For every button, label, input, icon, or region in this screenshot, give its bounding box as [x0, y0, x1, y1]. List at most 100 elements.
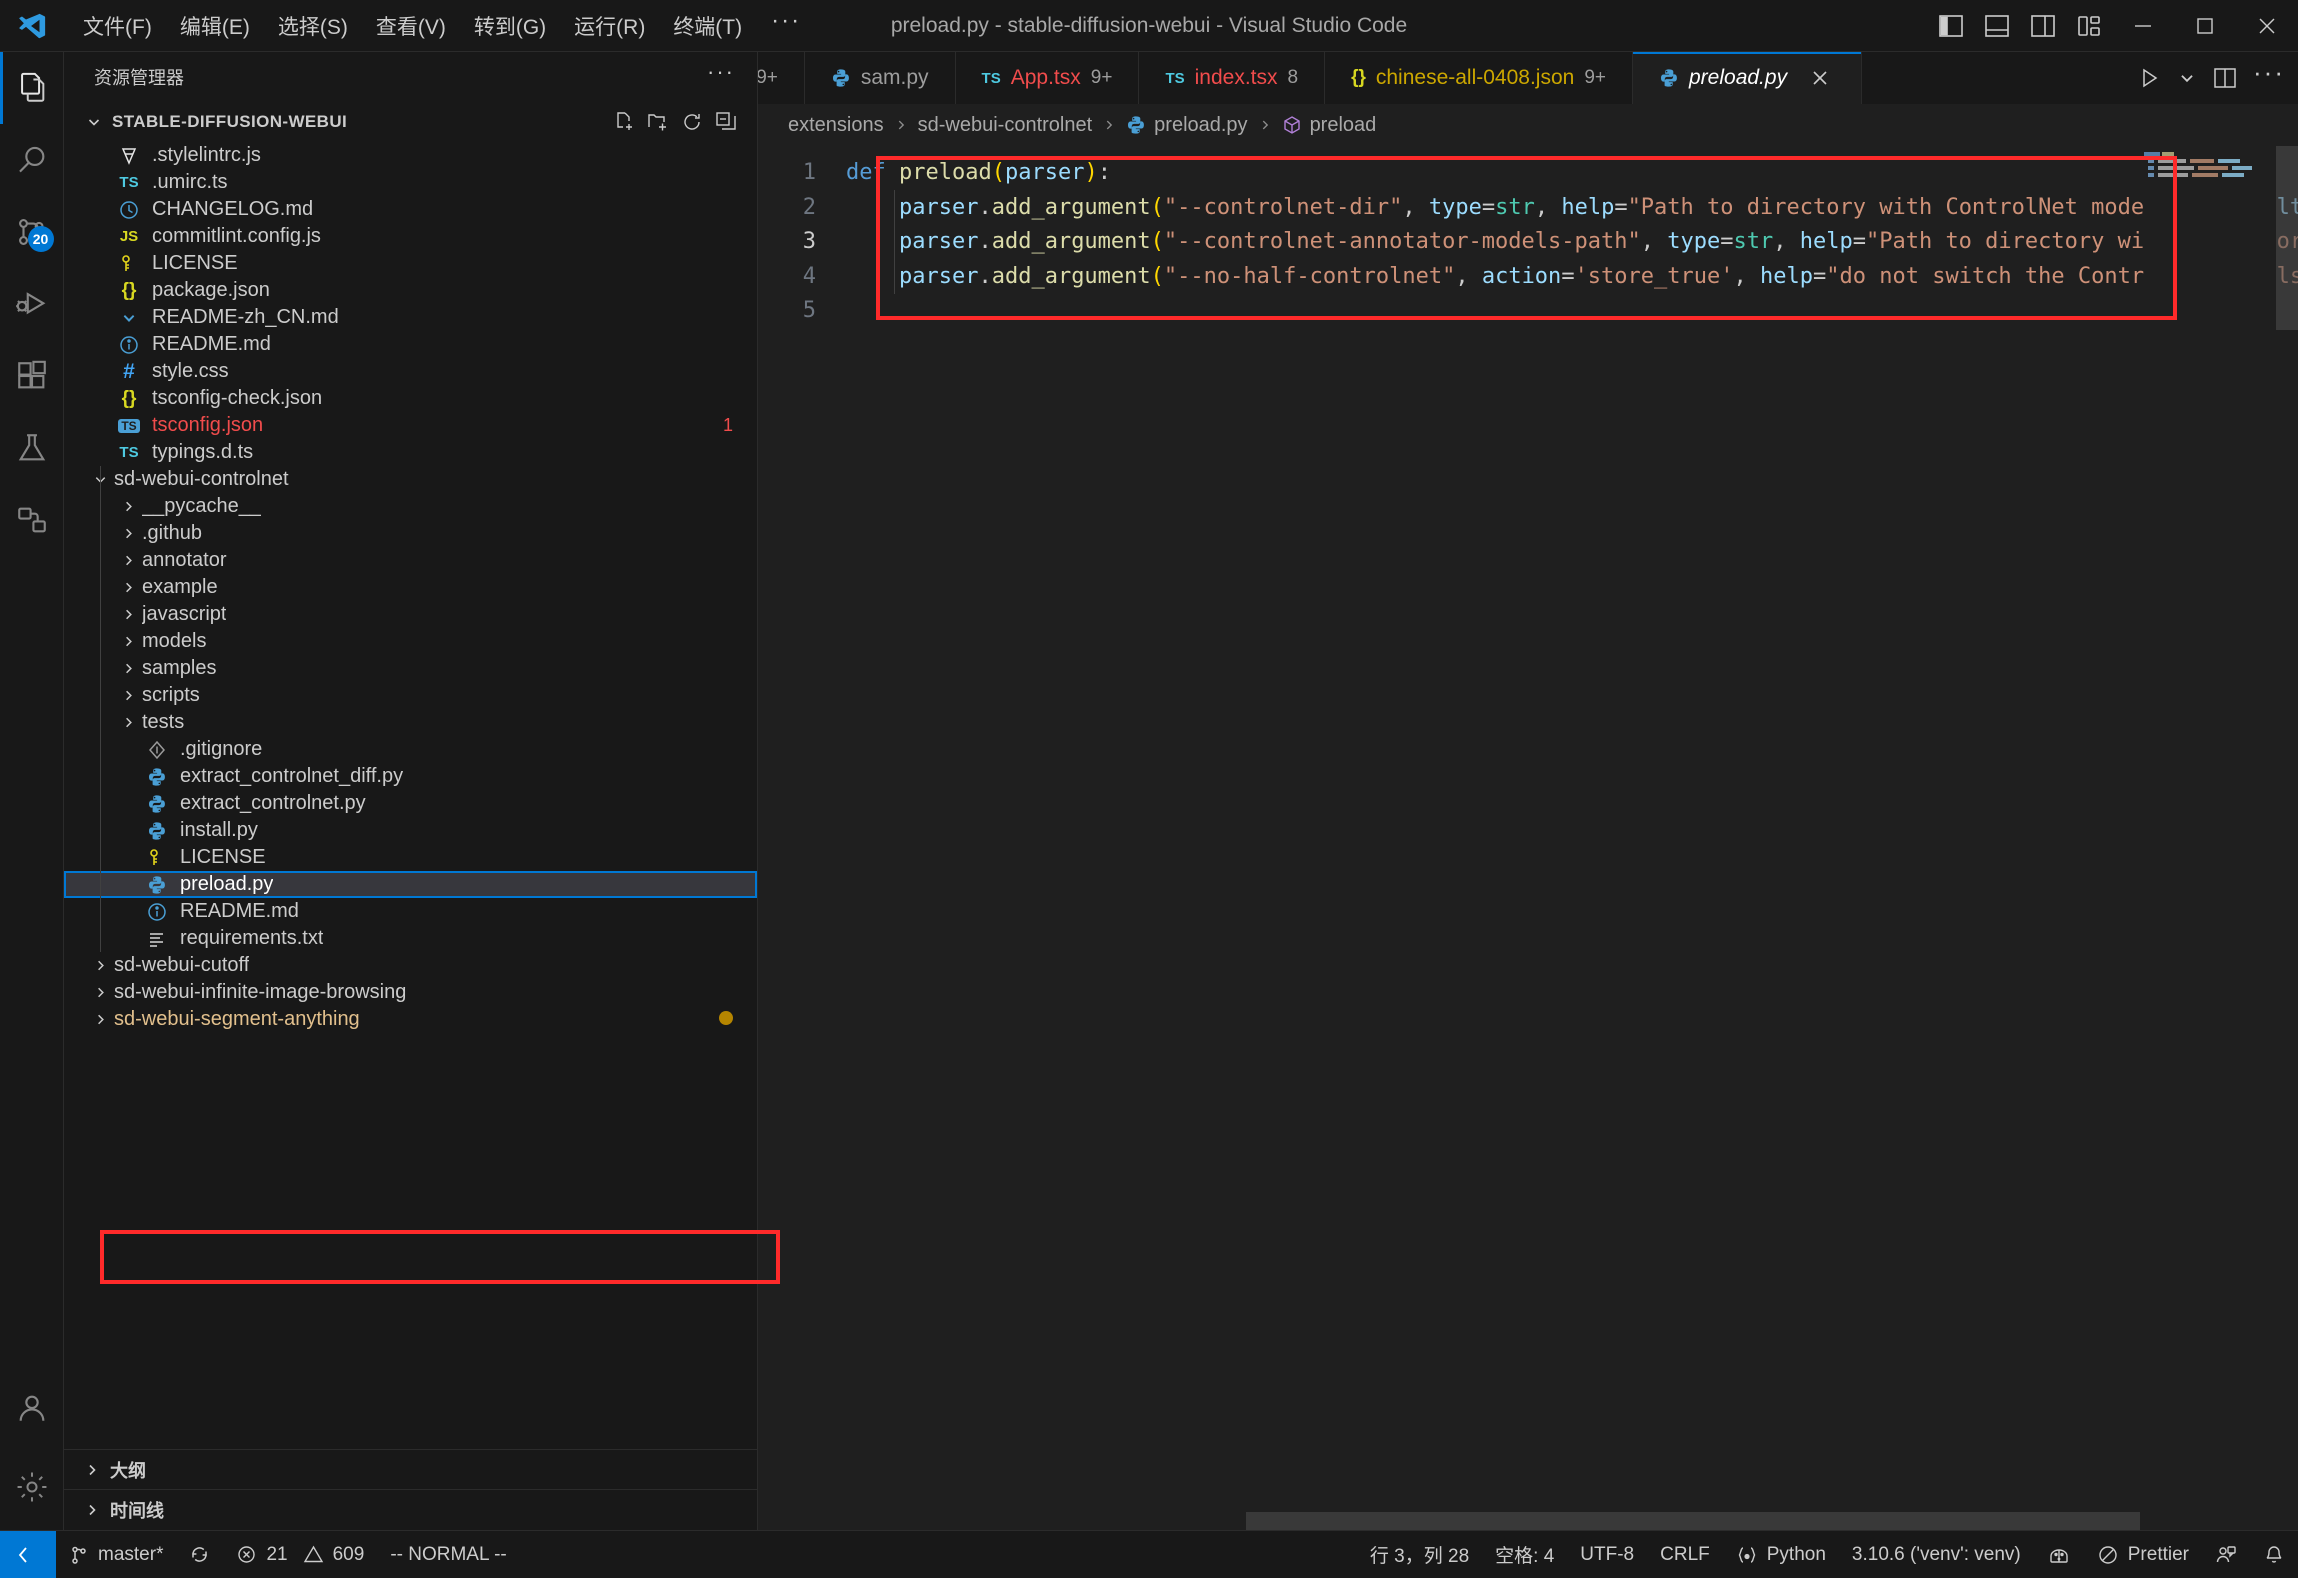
status-branch[interactable]: master*: [56, 1531, 176, 1578]
tab-preload-py[interactable]: preload.py: [1633, 52, 1862, 104]
editor-tab-bar[interactable]: py9+sam.pyTSApp.tsx9+TSindex.tsx8{}chine…: [758, 52, 2298, 104]
run-python-file-icon[interactable]: [2128, 52, 2170, 104]
toggle-panel-icon[interactable]: [1974, 0, 2020, 52]
sidebar-more-actions-icon[interactable]: ···: [707, 67, 735, 87]
status-eol[interactable]: CRLF: [1647, 1531, 1723, 1578]
tree-item-javascript[interactable]: javascript: [64, 601, 757, 628]
activity-run-debug[interactable]: [0, 268, 64, 340]
tree-item-readme-md[interactable]: README.md: [64, 898, 757, 925]
more-actions-icon[interactable]: ···: [2248, 52, 2290, 104]
activity-extensions[interactable]: [0, 340, 64, 412]
activity-remote-explorer[interactable]: [0, 484, 64, 556]
tree-item-extract-controlnet-py[interactable]: extract_controlnet.py: [64, 790, 757, 817]
menu-file[interactable]: 文件(F): [70, 5, 165, 47]
tree-item-changelog-md[interactable]: CHANGELOG.md: [64, 196, 757, 223]
outline-pane-header[interactable]: 大纲: [64, 1450, 757, 1490]
tree-item-typings-d-ts[interactable]: TStypings.d.ts: [64, 439, 757, 466]
explorer-root-header[interactable]: STABLE-DIFFUSION-WEBUI: [64, 102, 757, 142]
status-sync[interactable]: [176, 1531, 223, 1578]
tab-chinese-all-0408-json[interactable]: {}chinese-all-0408.json9+: [1325, 52, 1633, 104]
file-tree[interactable]: .stylelintrc.jsTS.umirc.tsCHANGELOG.mdJS…: [64, 142, 757, 1449]
new-file-icon[interactable]: [613, 111, 635, 133]
status-indentation[interactable]: 空格: 4: [1482, 1531, 1567, 1578]
status-formatter[interactable]: Prettier: [2084, 1531, 2202, 1578]
split-editor-icon[interactable]: [2204, 52, 2246, 104]
tree-item-readme-zh-cn-md[interactable]: README-zh_CN.md: [64, 304, 757, 331]
menu-edit[interactable]: 编辑(E): [167, 5, 263, 47]
status-gremlins[interactable]: [2034, 1531, 2084, 1578]
tree-item-gitignore[interactable]: .gitignore: [64, 736, 757, 763]
editor-horizontal-scrollbar[interactable]: [758, 1512, 2298, 1530]
tree-item-install-py[interactable]: install.py: [64, 817, 757, 844]
tree-item-sd-webui-infinite-image-browsing[interactable]: sd-webui-infinite-image-browsing: [64, 979, 757, 1006]
horizontal-scrollbar-thumb[interactable]: [1246, 1512, 2140, 1530]
activity-search[interactable]: [0, 124, 64, 196]
menu-selection[interactable]: 选择(S): [265, 5, 361, 47]
status-encoding[interactable]: UTF-8: [1567, 1531, 1647, 1578]
code-editor[interactable]: 12345 def preload(parser): parser.add_ar…: [758, 146, 2298, 1530]
tree-item-license[interactable]: LICENSE: [64, 844, 757, 871]
tab-sam-py[interactable]: sam.py: [805, 52, 956, 104]
breadcrumb-item-extensions[interactable]: extensions: [788, 114, 884, 137]
status-problems[interactable]: 21 609: [223, 1531, 377, 1578]
tree-item-umirc-ts[interactable]: TS.umirc.ts: [64, 169, 757, 196]
window-close-button[interactable]: [2236, 0, 2298, 52]
editor-minimap[interactable]: [2144, 146, 2276, 1530]
tree-item-preload-py[interactable]: preload.py: [64, 871, 757, 898]
status-python-interpreter[interactable]: 3.10.6 ('venv': venv): [1839, 1531, 2034, 1578]
refresh-icon[interactable]: [681, 111, 703, 133]
tree-item-example[interactable]: example: [64, 574, 757, 601]
tree-item-annotator[interactable]: annotator: [64, 547, 757, 574]
activity-manage-gear[interactable]: [0, 1444, 64, 1530]
tree-item-pycache[interactable]: __pycache__: [64, 493, 757, 520]
activity-explorer[interactable]: [0, 52, 64, 124]
breadcrumb-item-preload-py[interactable]: preload.py: [1126, 114, 1247, 137]
vertical-scrollbar-thumb[interactable]: [2276, 146, 2298, 330]
tree-item-scripts[interactable]: scripts: [64, 682, 757, 709]
activity-accounts[interactable]: [0, 1372, 64, 1444]
tree-item-tsconfig-json[interactable]: TStsconfig.json1: [64, 412, 757, 439]
breadcrumb[interactable]: extensions sd-webui-controlnet preload.py p…: [758, 104, 2298, 146]
tree-item-sd-webui-cutoff[interactable]: sd-webui-cutoff: [64, 952, 757, 979]
status-cursor-position[interactable]: 行 3，列 28: [1357, 1531, 1482, 1578]
tree-item-readme-md[interactable]: README.md: [64, 331, 757, 358]
collapse-all-icon[interactable]: [715, 111, 737, 133]
tree-item-license[interactable]: LICENSE: [64, 250, 757, 277]
tree-item-extract-controlnet-diff-py[interactable]: extract_controlnet_diff.py: [64, 763, 757, 790]
new-folder-icon[interactable]: [647, 111, 669, 133]
toggle-primary-sidebar-icon[interactable]: [1928, 0, 1974, 52]
status-language-mode[interactable]: Python: [1723, 1531, 1839, 1578]
activity-source-control[interactable]: 20: [0, 196, 64, 268]
remote-indicator-button[interactable]: [0, 1531, 56, 1578]
tree-item-commitlint-config-js[interactable]: JScommitlint.config.js: [64, 223, 757, 250]
tree-item-github[interactable]: .github: [64, 520, 757, 547]
tree-item-tests[interactable]: tests: [64, 709, 757, 736]
tab-index-tsx[interactable]: TSindex.tsx8: [1139, 52, 1325, 104]
tree-item-stylelintrc-js[interactable]: .stylelintrc.js: [64, 142, 757, 169]
editor-vertical-scrollbar[interactable]: [2276, 146, 2298, 1530]
activity-testing[interactable]: [0, 412, 64, 484]
window-maximize-button[interactable]: [2174, 0, 2236, 52]
breadcrumb-item-preload[interactable]: preload: [1282, 114, 1377, 137]
toggle-secondary-sidebar-icon[interactable]: [2020, 0, 2066, 52]
menu-go[interactable]: 转到(G): [461, 5, 559, 47]
tree-item-style-css[interactable]: #style.css: [64, 358, 757, 385]
source-code[interactable]: def preload(parser): parser.add_argument…: [834, 156, 2298, 294]
tab-py[interactable]: py9+: [758, 52, 805, 104]
tree-item-requirements-txt[interactable]: requirements.txt: [64, 925, 757, 952]
menu-terminal[interactable]: 终端(T): [660, 5, 755, 47]
timeline-pane-header[interactable]: 时间线: [64, 1490, 757, 1530]
tree-item-samples[interactable]: samples: [64, 655, 757, 682]
tree-item-sd-webui-controlnet[interactable]: sd-webui-controlnet: [64, 466, 757, 493]
breadcrumb-item-sd-webui-controlnet[interactable]: sd-webui-controlnet: [918, 114, 1093, 137]
menu-run[interactable]: 运行(R): [561, 5, 658, 47]
tab-close-icon[interactable]: [1805, 63, 1835, 93]
tree-item-package-json[interactable]: {}package.json: [64, 277, 757, 304]
code-content[interactable]: def preload(parser): parser.add_argument…: [834, 146, 2298, 1530]
tab-app-tsx[interactable]: TSApp.tsx9+: [956, 52, 1140, 104]
status-feedback[interactable]: [2202, 1531, 2250, 1578]
tree-item-models[interactable]: models: [64, 628, 757, 655]
window-minimize-button[interactable]: [2112, 0, 2174, 52]
tree-item-sd-webui-segment-anything[interactable]: sd-webui-segment-anything: [64, 1006, 757, 1033]
tree-item-tsconfig-check-json[interactable]: {}tsconfig-check.json: [64, 385, 757, 412]
